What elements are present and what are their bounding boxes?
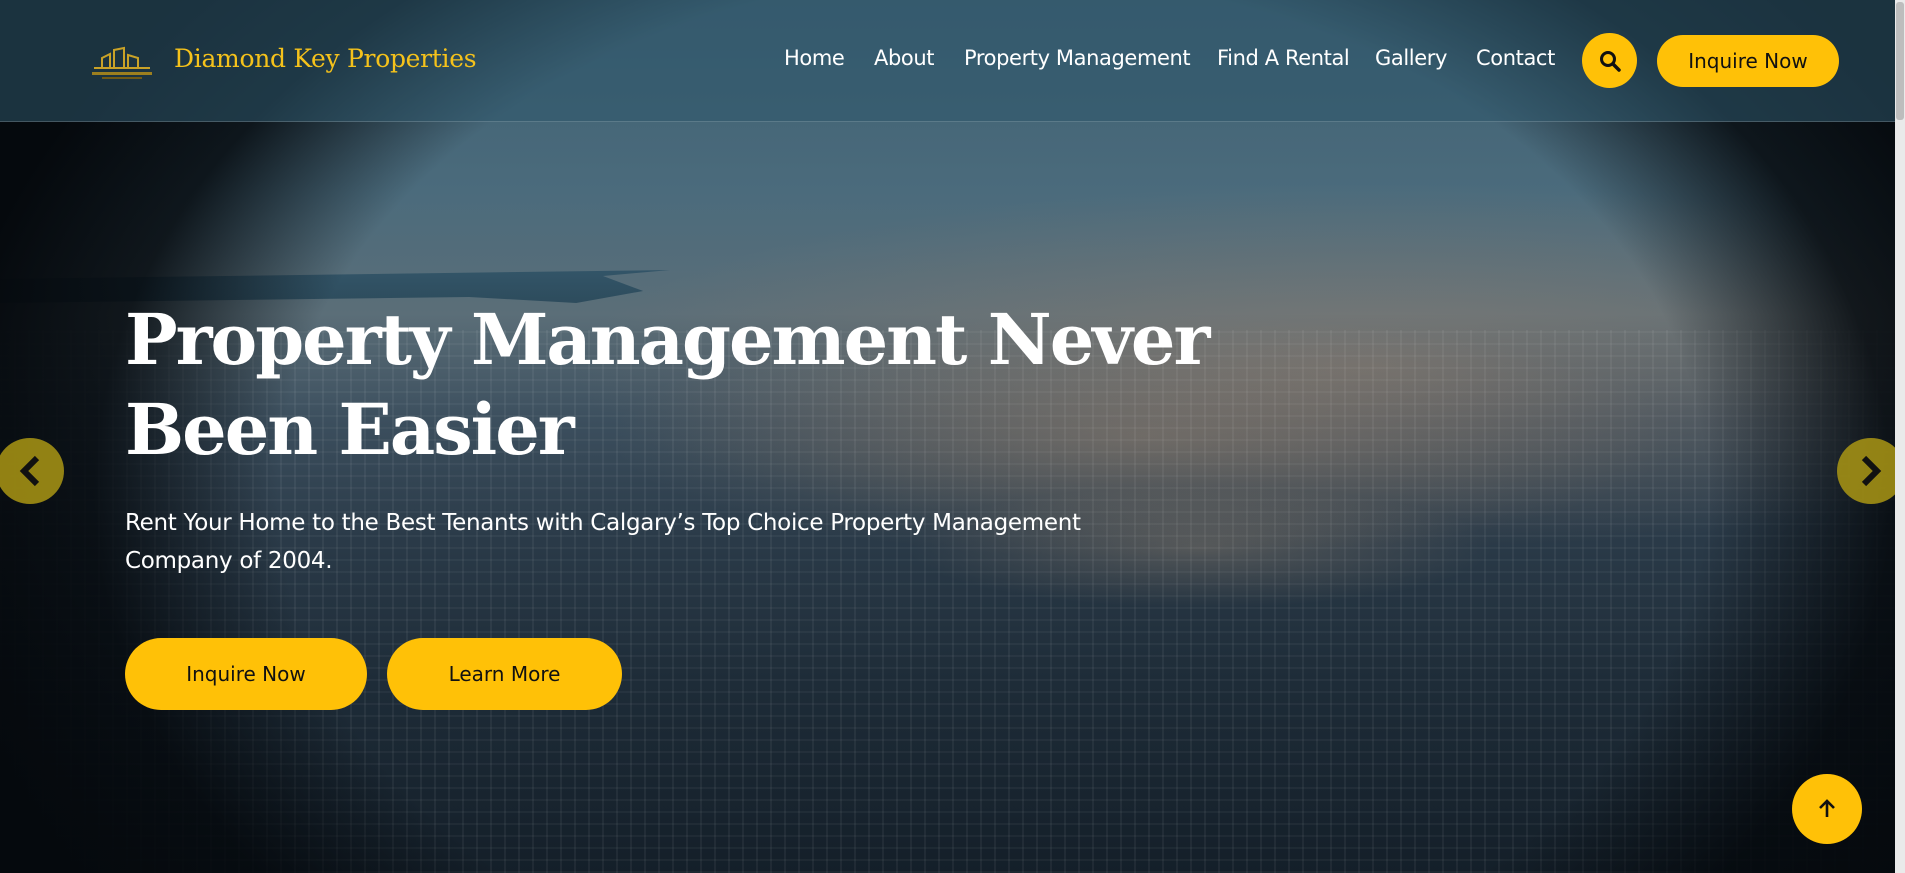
chevron-left-icon (19, 455, 40, 487)
site-header: Diamond Key Properties Home About Proper… (0, 0, 1905, 122)
nav-item-find-a-rental[interactable]: Find A Rental (1217, 46, 1350, 70)
scrollbar-thumb[interactable] (1896, 2, 1904, 120)
search-button[interactable] (1582, 33, 1637, 88)
nav-item-about[interactable]: About (874, 46, 934, 70)
hero-learn-more-button[interactable]: Learn More (387, 638, 622, 710)
nav-item-gallery[interactable]: Gallery (1375, 46, 1447, 70)
page-scrollbar[interactable] (1895, 0, 1905, 873)
nav-item-contact[interactable]: Contact (1476, 46, 1555, 70)
hero-inquire-button[interactable]: Inquire Now (125, 638, 367, 710)
nav-item-home[interactable]: Home (784, 46, 845, 70)
nav-item-property-management[interactable]: Property Management (964, 46, 1191, 70)
search-icon (1599, 50, 1621, 72)
header-inquire-button[interactable]: Inquire Now (1657, 35, 1839, 87)
back-to-top-button[interactable] (1792, 774, 1862, 844)
arrow-up-icon (1819, 799, 1835, 817)
hero-subtitle: Rent Your Home to the Best Tenants with … (125, 510, 1081, 574)
hero-title: Property Management Never Been Easier (125, 298, 1210, 471)
chevron-right-icon (1861, 455, 1882, 487)
